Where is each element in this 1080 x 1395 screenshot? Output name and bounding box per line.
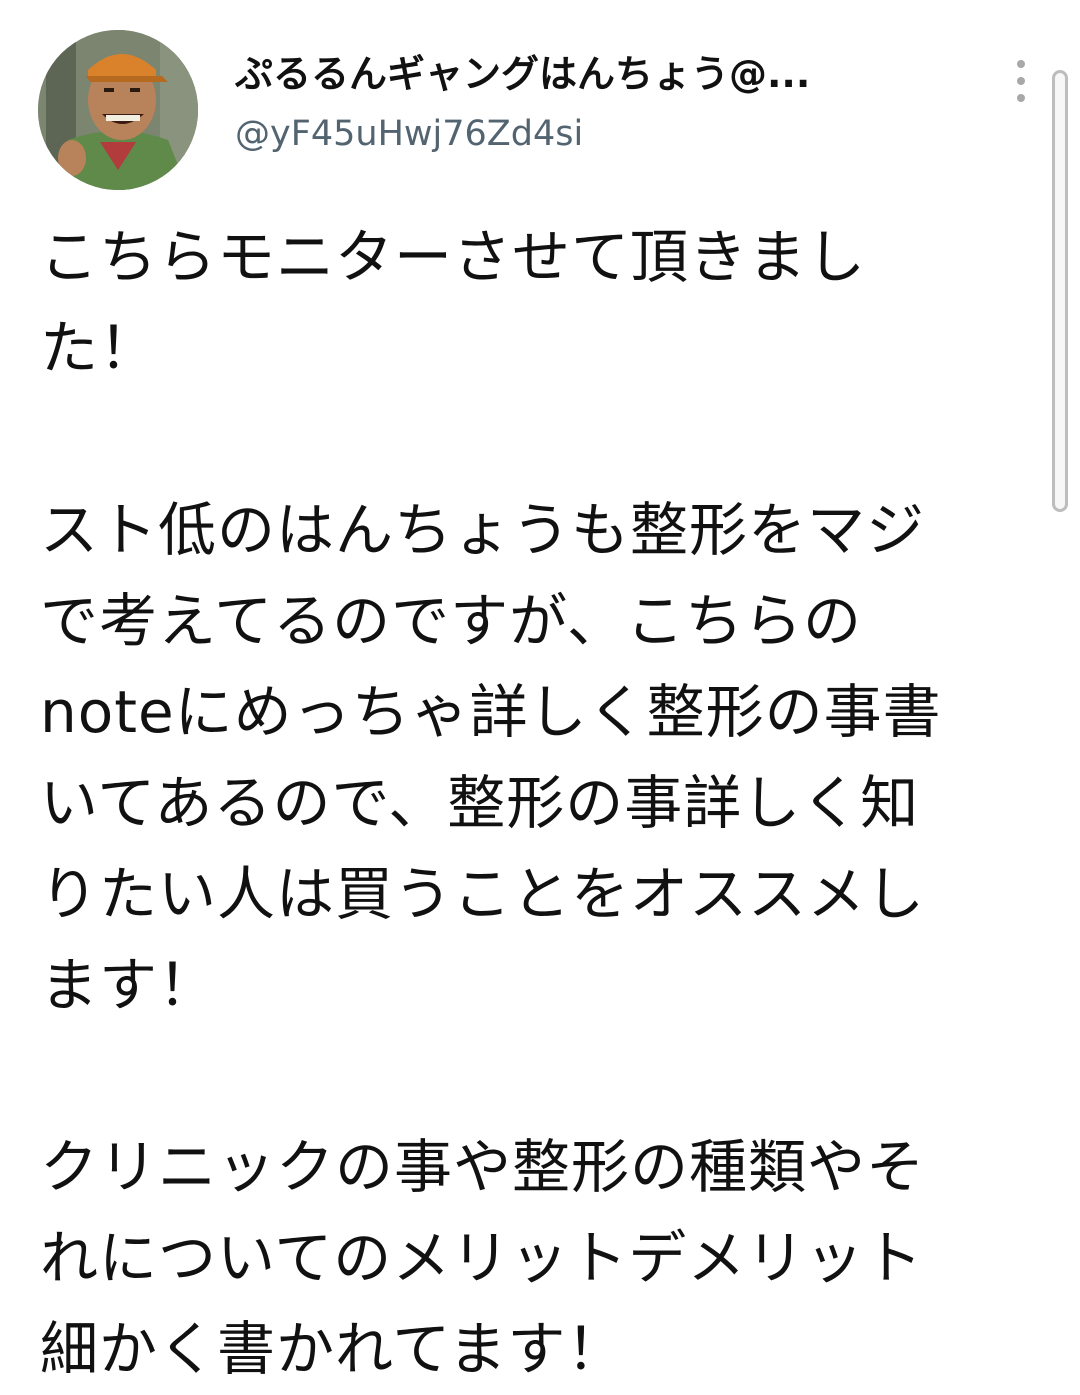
tweet-header: ぷるるんギャングはんちょう@... @yF45uHwj76Zd4si [38,30,1038,190]
author-handle[interactable]: @yF45uHwj76Zd4si [235,108,975,160]
scrollbar-thumb[interactable] [1052,70,1068,512]
more-dot [1017,94,1025,102]
more-dot [1017,77,1025,85]
avatar[interactable] [38,30,198,190]
author-names: ぷるるんギャングはんちょう@... @yF45uHwj76Zd4si [235,46,975,160]
cartoon-avatar-icon [38,30,198,190]
more-vertical-icon[interactable] [1004,56,1038,106]
tweet-body-text: こちらモニターさせて頂きまし た！ スト低のはんちょうも整形をマジ で考えてるの… [40,223,942,1383]
more-dot [1017,60,1025,68]
tweet: ぷるるんギャングはんちょう@... @yF45uHwj76Zd4si こちらモニ… [0,0,1080,1383]
author-display-name[interactable]: ぷるるんギャングはんちょう@... [235,46,975,102]
